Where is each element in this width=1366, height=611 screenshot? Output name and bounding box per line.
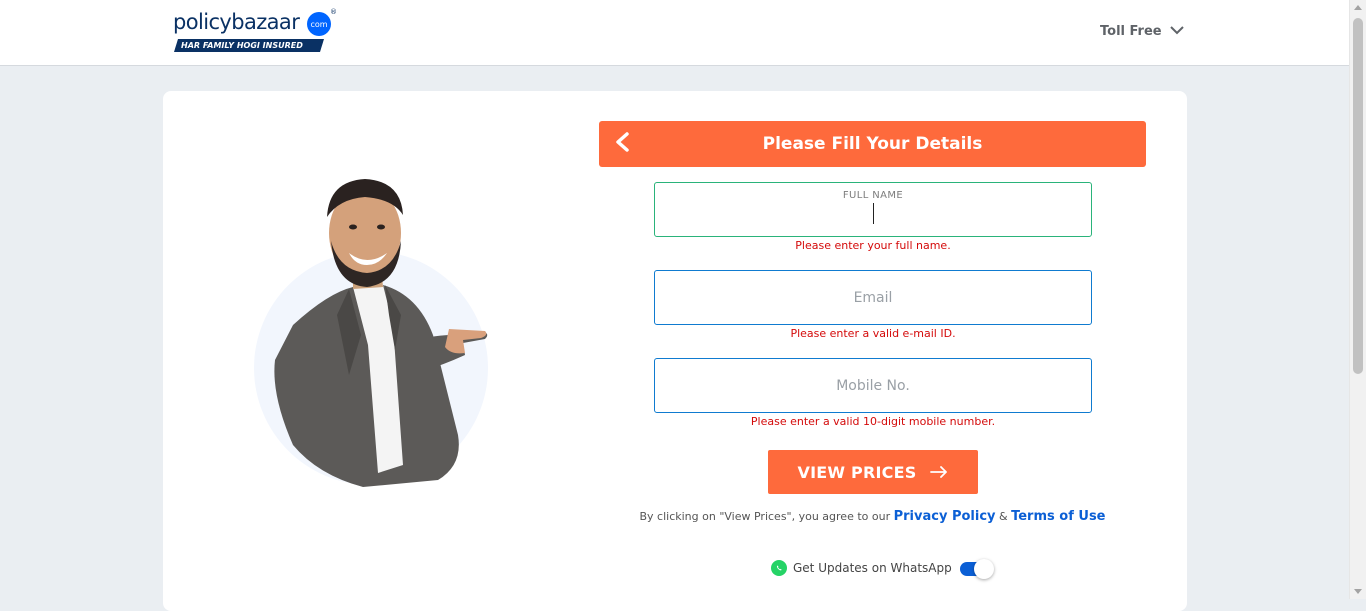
- site-header: policybazaar com ® HAR FAMILY HOGI INSUR…: [0, 0, 1349, 66]
- policybazaar-logo[interactable]: policybazaar com ® HAR FAMILY HOGI INSUR…: [173, 8, 338, 54]
- email-field[interactable]: [654, 270, 1092, 325]
- consent-amp: &: [999, 510, 1008, 523]
- page-scrollbar[interactable]: [1349, 0, 1366, 599]
- arrow-right-icon: [930, 463, 948, 482]
- form-header: Please Fill Your Details: [599, 121, 1146, 167]
- form-card: Please Fill Your Details FULL NAME Pleas…: [163, 91, 1187, 611]
- logo-registered-mark: ®: [330, 8, 337, 16]
- scroll-up-arrow[interactable]: [1354, 5, 1362, 10]
- consent-text: By clicking on "View Prices", you agree …: [639, 510, 891, 523]
- whatsapp-updates: Get Updates on WhatsApp: [771, 558, 994, 579]
- chevron-down-icon: [1169, 24, 1184, 39]
- mobile-input[interactable]: [655, 359, 1091, 412]
- toll-free-label: Toll Free: [1100, 24, 1162, 39]
- scroll-thumb[interactable]: [1353, 18, 1363, 374]
- full-name-field[interactable]: FULL NAME: [654, 182, 1092, 237]
- whatsapp-icon: [771, 560, 787, 576]
- brand-ambassador-image: [253, 175, 493, 495]
- logo-tagline: HAR FAMILY HOGI INSURED: [174, 39, 324, 52]
- mobile-error: Please enter a valid 10-digit mobile num…: [750, 415, 996, 428]
- email-input[interactable]: [655, 271, 1091, 324]
- mobile-field[interactable]: [654, 358, 1092, 413]
- terms-of-use-link[interactable]: Terms of Use: [1011, 509, 1105, 524]
- whatsapp-label: Get Updates on WhatsApp: [793, 561, 952, 575]
- logo-wordmark: policybazaar: [173, 10, 300, 34]
- terms-consent: By clicking on "View Prices", you agree …: [599, 509, 1146, 524]
- back-button[interactable]: [607, 129, 637, 159]
- view-prices-button[interactable]: VIEW PRICES: [768, 450, 978, 494]
- logo-brand-part2: bazaar: [231, 10, 300, 34]
- toll-free-dropdown[interactable]: Toll Free: [1100, 24, 1184, 39]
- privacy-policy-link[interactable]: Privacy Policy: [894, 509, 996, 524]
- logo-dot-com: com: [307, 12, 331, 36]
- toggle-knob: [973, 559, 994, 579]
- full-name-error: Please enter your full name.: [795, 239, 951, 252]
- email-error: Please enter a valid e-mail ID.: [790, 327, 956, 340]
- scroll-down-arrow[interactable]: [1354, 589, 1362, 594]
- view-prices-label: VIEW PRICES: [797, 462, 917, 482]
- form-title: Please Fill Your Details: [762, 134, 983, 154]
- text-caret: [873, 203, 874, 224]
- logo-brand-part1: policy: [173, 10, 232, 34]
- chevron-left-icon: [615, 132, 629, 156]
- whatsapp-toggle[interactable]: [959, 559, 994, 579]
